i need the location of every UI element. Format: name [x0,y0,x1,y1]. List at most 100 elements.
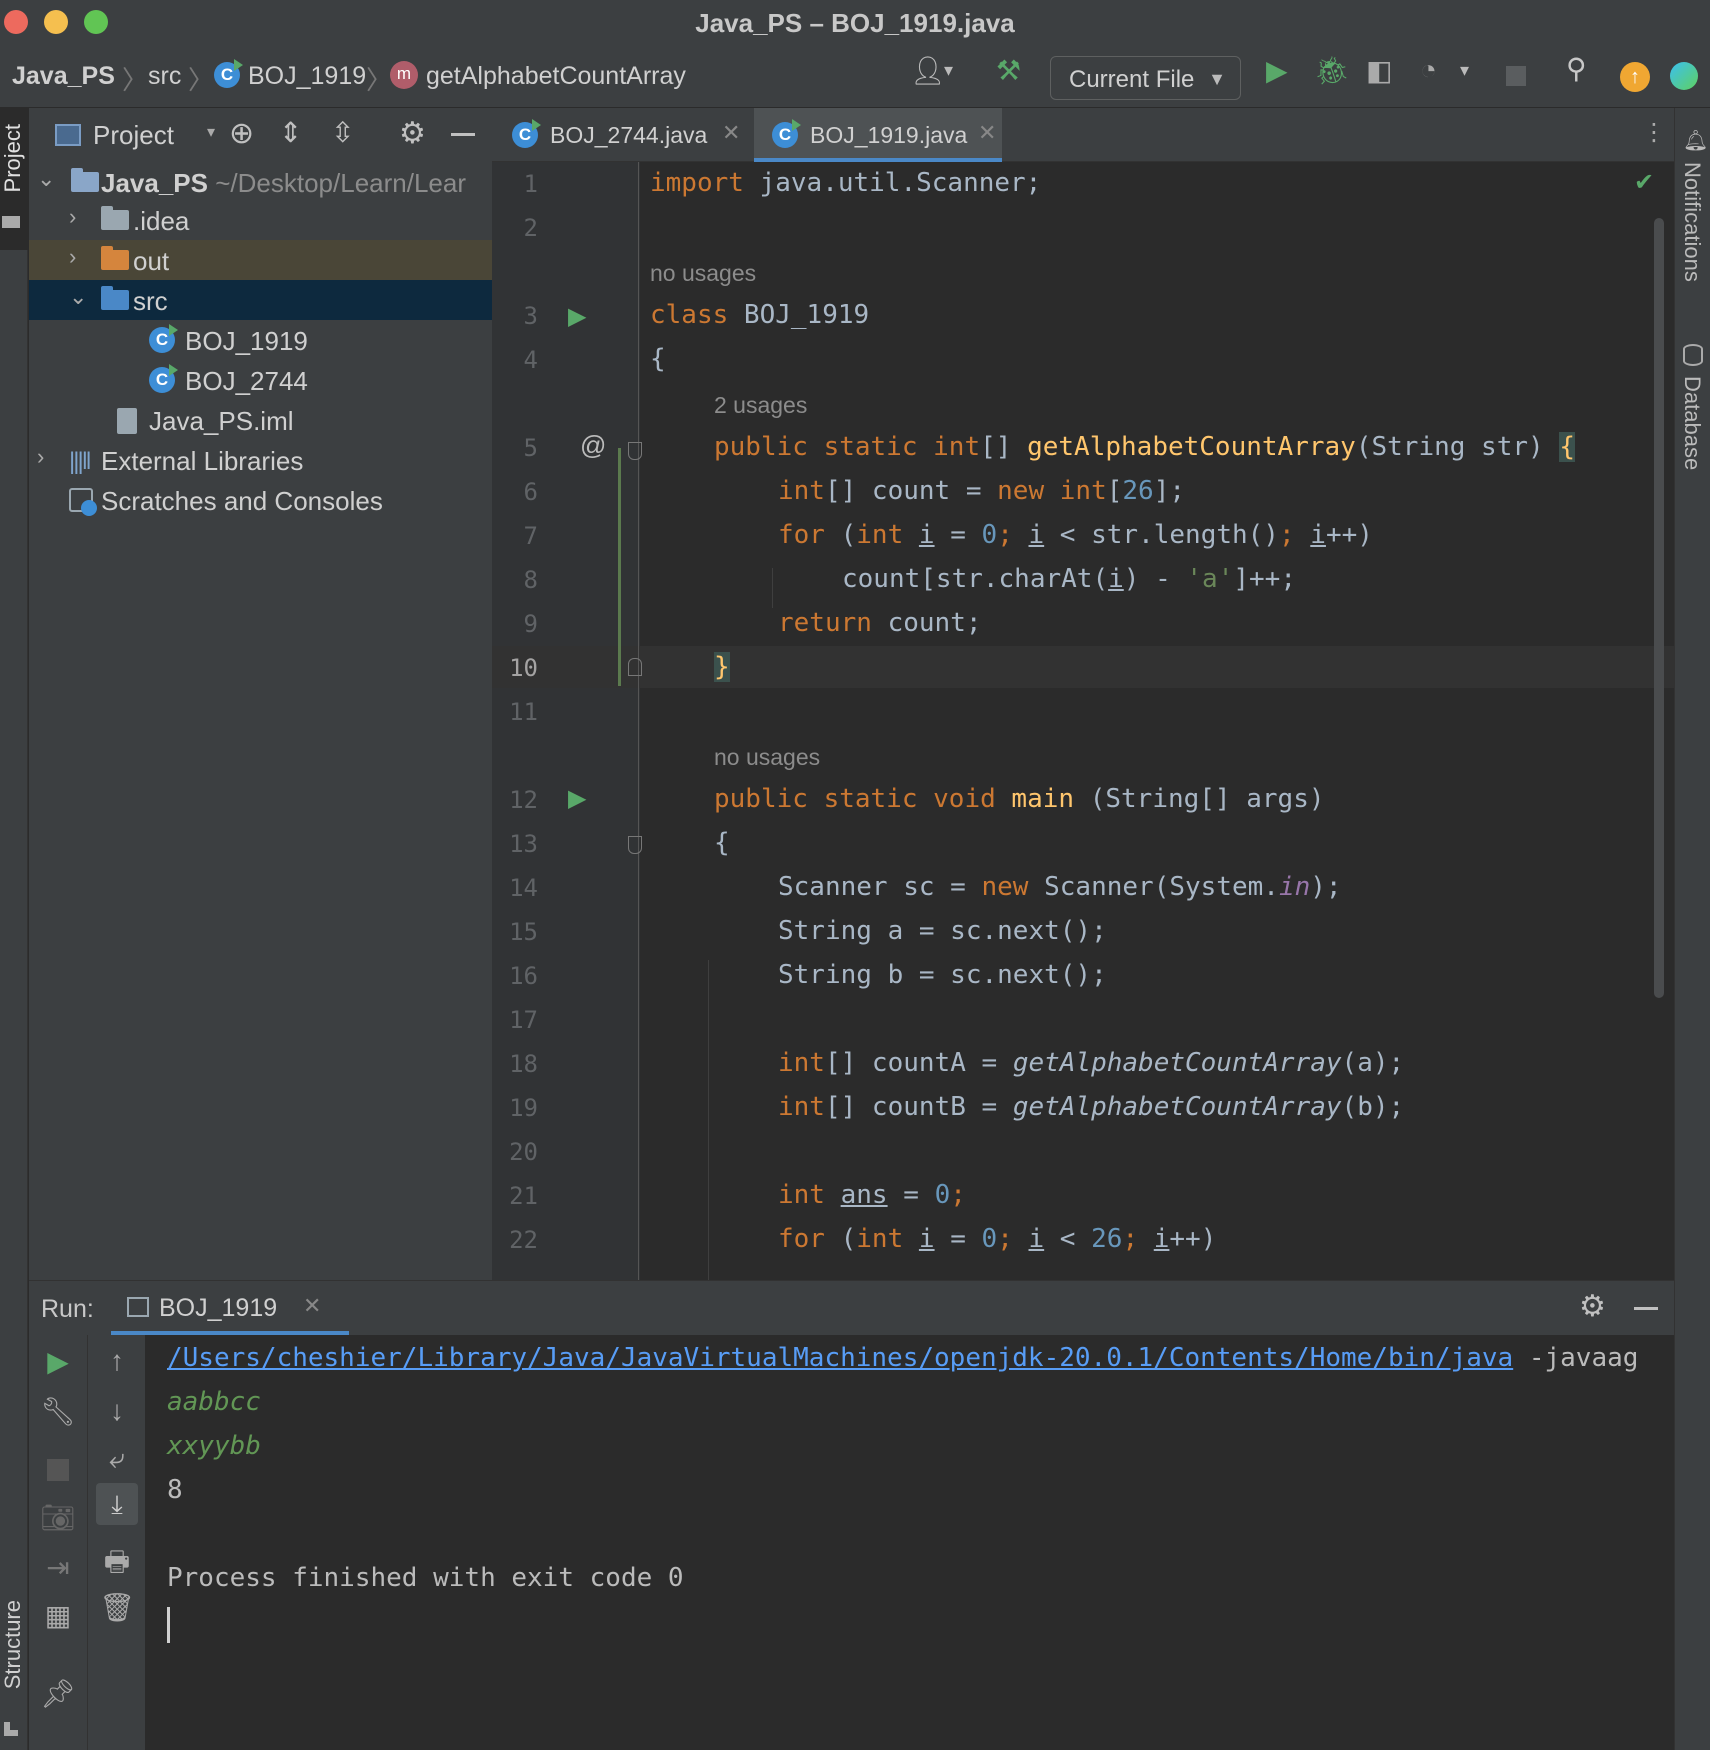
search-icon[interactable]: ⚲ [1566,52,1587,85]
tree-item-idea[interactable]: › .idea [29,200,492,240]
chevron-down-icon[interactable]: ⌄ [69,284,87,310]
tab-boj-2744[interactable]: C BOJ_2744.java ✕ [492,108,744,162]
project-panel-title[interactable]: Project [93,120,174,151]
expand-all-icon[interactable]: ⇕ [279,116,302,149]
update-icon[interactable]: ↑ [1620,62,1650,92]
run-with-coverage-icon[interactable]: ◧ [1366,54,1392,87]
notifications-tool-window-tab[interactable]: Notifications [1679,162,1705,282]
title-bar: Java_PS – BOJ_1919.java [0,0,1710,42]
code-line-8[interactable]: count[str.charAt(i) - 'a']++; [842,564,1296,594]
chevron-down-icon[interactable]: ▾ [1460,60,1469,81]
code-line-16[interactable]: String b = sc.next(); [778,960,1107,990]
tree-item-boj-2744[interactable]: C BOJ_2744 [29,360,492,400]
tree-item-src[interactable]: ⌄ src [29,280,492,320]
breadcrumb-folder[interactable]: src [148,62,181,91]
collapse-all-icon[interactable]: ⇳ [331,116,354,149]
run-class-icon[interactable]: ▶ [568,302,586,331]
stop-icon[interactable] [47,1459,69,1481]
overridden-method-icon[interactable]: @ [580,430,606,461]
tab-boj-1919[interactable]: C BOJ_1919.java ✕ [754,108,1002,162]
code-line-13[interactable]: { [714,828,730,858]
fold-icon[interactable] [628,658,642,676]
clear-trash-icon[interactable]: 🗑︎ [88,1591,146,1624]
exit-icon[interactable]: ⇥ [29,1551,87,1584]
fold-icon[interactable] [628,836,642,854]
run-icon[interactable]: ▶ [1266,54,1288,87]
structure-tool-window-tab[interactable]: Structure [0,1600,26,1689]
run-configuration-select[interactable]: Current File ▼ [1050,56,1241,100]
chevron-right-icon[interactable]: › [69,244,76,270]
usages-hint[interactable]: no usages [650,260,756,287]
chevron-down-icon[interactable]: ⌄ [37,166,55,192]
code-line-9[interactable]: return count; [778,608,982,638]
close-tab-icon[interactable]: ✕ [303,1293,321,1319]
scroll-to-end-icon[interactable]: ⤓ [96,1483,138,1525]
pin-tab-icon[interactable]: 📌︎ [29,1677,87,1710]
locate-file-icon[interactable]: ⊕ [229,116,254,151]
tree-item-java-ps[interactable]: ⌄ Java_PS ~/Desktop/Learn/Lear [29,162,492,202]
code-line-19[interactable]: int[] countB = getAlphabetCountArray(b); [778,1092,1404,1122]
code-line-10[interactable]: } [714,652,730,682]
code-line-4[interactable]: { [650,344,666,374]
tab-label: BOJ_2744.java [550,122,708,148]
hide-panel-icon[interactable] [1634,1307,1658,1310]
settings-gear-icon[interactable]: ⚙ [399,116,426,151]
fold-icon[interactable] [628,442,642,460]
build-hammer-icon[interactable]: ⚒︎ [996,54,1021,87]
close-tab-icon[interactable]: ✕ [978,120,996,146]
chevron-right-icon[interactable]: › [69,204,76,230]
breadcrumb-project[interactable]: Java_PS [12,62,115,91]
usages-hint[interactable]: no usages [714,744,820,771]
more-tabs-icon[interactable]: ⋮ [1642,118,1666,147]
chevron-right-icon[interactable]: › [37,444,44,470]
code-line-5[interactable]: public static int[] getAlphabetCountArra… [714,432,1575,462]
layout-icon[interactable]: ▦ [29,1599,87,1632]
tree-item-java-ps-iml[interactable]: Java_PS.iml [29,400,492,440]
java-class-icon: C [512,119,541,148]
run-tab-boj-1919[interactable]: BOJ_1919 ✕ [111,1281,349,1335]
hide-panel-icon[interactable] [451,133,475,136]
code-with-me-icon[interactable] [1670,62,1698,90]
modify-run-config-wrench-icon[interactable]: 🔧︎ [29,1395,87,1428]
breadcrumb-separator: 〉 [366,65,393,95]
editor-scrollbar[interactable] [1654,218,1664,998]
settings-gear-icon[interactable]: ⚙ [1579,1289,1606,1324]
code-line-3[interactable]: class BOJ_1919 [650,300,869,330]
usages-hint[interactable]: 2 usages [714,392,807,419]
vcs-user-icon[interactable]: 👤︎ [910,54,946,87]
navigation-bar: Java_PS 〉 src 〉 C BOJ_1919 〉 m getAlphab… [0,42,1710,108]
chevron-down-icon[interactable]: ▾ [207,122,215,142]
rerun-icon[interactable]: ▶ [29,1345,87,1378]
code-line-18[interactable]: int[] countA = getAlphabetCountArray(a); [778,1048,1404,1078]
breadcrumb-file[interactable]: BOJ_1919 [248,62,366,91]
code-line-15[interactable]: String a = sc.next(); [778,916,1107,946]
close-tab-icon[interactable]: ✕ [722,120,740,146]
breadcrumb-method[interactable]: getAlphabetCountArray [426,62,686,91]
code-line-22[interactable]: for (int i = 0; i < 26; i++) [778,1224,1216,1254]
stop-icon[interactable] [1506,66,1526,86]
tree-item-scratches[interactable]: Scratches and Consoles [29,480,492,520]
profile-icon[interactable]: ◔ [1420,54,1437,86]
arrow-down-icon[interactable]: ↓ [88,1395,146,1427]
run-main-icon[interactable]: ▶ [568,784,586,813]
debug-bug-icon[interactable]: 🐞︎ [1314,54,1350,87]
vcs-change-marker [618,448,621,686]
database-tool-window-tab[interactable]: Database [1679,376,1705,470]
soft-wrap-icon[interactable]: ⤶ [88,1443,146,1476]
java-path-link[interactable]: /Users/cheshier/Library/Java/JavaVirtual… [167,1343,1513,1373]
tree-item-out[interactable]: › out [29,240,492,280]
arrow-up-icon[interactable]: ↑ [88,1345,146,1377]
tree-item-boj-1919[interactable]: C BOJ_1919 [29,320,492,360]
print-icon[interactable]: 🖶︎ [88,1541,146,1589]
code-line-6[interactable]: int[] count = new int[26]; [778,476,1185,506]
console-command-line[interactable]: /Users/cheshier/Library/Java/JavaVirtual… [167,1343,1638,1373]
chevron-down-icon[interactable]: ▾ [944,60,953,81]
code-line-14[interactable]: Scanner sc = new Scanner(System.in); [778,872,1342,902]
tree-item-external-libraries[interactable]: › |||‖ External Libraries [29,440,492,480]
code-line-7[interactable]: for (int i = 0; i < str.length(); i++) [778,520,1373,550]
code-line-1[interactable]: import java.util.Scanner; [650,168,1041,198]
code-line-21[interactable]: int ans = 0; [778,1180,966,1210]
project-tool-window-tab[interactable]: Project [0,124,26,192]
code-line-12[interactable]: public static void main (String[] args) [714,784,1325,814]
thread-dump-camera-icon[interactable]: 📷︎ [29,1501,87,1534]
